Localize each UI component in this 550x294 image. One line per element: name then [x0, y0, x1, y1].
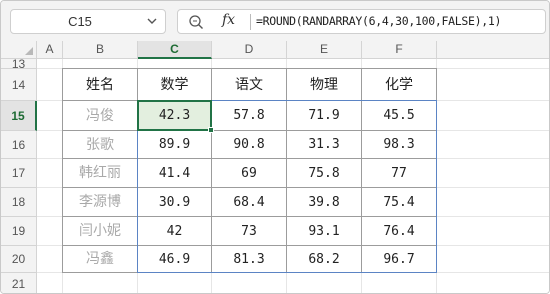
column-header-d[interactable]: D	[212, 41, 287, 59]
table-header-cell[interactable]: 数学	[138, 69, 212, 101]
score-cell[interactable]: 68.2	[287, 246, 362, 273]
score-cell[interactable]: 45.5	[362, 101, 437, 131]
table-header-cell[interactable]: 语文	[212, 69, 287, 101]
active-cell-c15[interactable]: 42.3	[137, 100, 212, 131]
worksheet-grid[interactable]: ABCDEF 131415161718192021 姓名数学语文物理化学冯俊42.3…	[1, 41, 549, 293]
formula-text[interactable]: =ROUND(RANDARRAY(6,4,30,100,FALSE),1)	[256, 14, 501, 28]
score-cell[interactable]: 69	[212, 159, 287, 188]
score-cell[interactable]: 98.3	[362, 131, 437, 159]
spreadsheet-window: C15 fx =ROUND(RANDARRAY(6,4,30,100,FALSE…	[0, 0, 550, 294]
row-header-21[interactable]: 21	[1, 273, 37, 293]
formula-input-area[interactable]: fx =ROUND(RANDARRAY(6,4,30,100,FALSE),1)	[177, 9, 546, 34]
formula-bar: C15 fx =ROUND(RANDARRAY(6,4,30,100,FALSE…	[1, 1, 549, 41]
student-name-cell[interactable]: 张歌	[63, 131, 138, 159]
score-cell[interactable]: 41.4	[138, 159, 212, 188]
score-cell[interactable]: 90.8	[212, 131, 287, 159]
row-header-18[interactable]: 18	[1, 188, 37, 217]
column-header-e[interactable]: E	[287, 41, 362, 59]
table-header-cell[interactable]: 姓名	[63, 69, 138, 101]
magnifier-icon[interactable]	[188, 14, 204, 30]
score-cell[interactable]: 89.9	[138, 131, 212, 159]
column-header-b[interactable]: B	[63, 41, 138, 59]
score-cell[interactable]: 77	[362, 159, 437, 188]
score-cell[interactable]: 46.9	[138, 246, 212, 273]
name-box-value[interactable]: C15	[11, 14, 149, 29]
student-name-cell[interactable]: 冯俊	[63, 101, 138, 131]
row-header-14[interactable]: 14	[1, 69, 37, 101]
fx-icon[interactable]: fx	[222, 12, 235, 28]
score-cell[interactable]: 31.3	[287, 131, 362, 159]
formula-separator	[250, 14, 251, 30]
name-box[interactable]: C15	[10, 9, 166, 34]
row-header-17[interactable]: 17	[1, 159, 37, 188]
score-cell[interactable]: 30.9	[138, 188, 212, 217]
column-header-a[interactable]: A	[37, 41, 63, 59]
row-header-16[interactable]: 16	[1, 131, 37, 159]
fill-handle[interactable]	[208, 127, 214, 133]
chevron-down-icon[interactable]	[145, 12, 159, 30]
row-header-15[interactable]: 15	[1, 101, 37, 131]
score-cell[interactable]: 57.8	[212, 101, 287, 131]
score-cell[interactable]: 42	[138, 217, 212, 246]
score-cell[interactable]: 71.9	[287, 101, 362, 131]
score-cell[interactable]: 73	[212, 217, 287, 246]
row-header-20[interactable]: 20	[1, 246, 37, 273]
score-cell[interactable]: 81.3	[212, 246, 287, 273]
score-cell[interactable]: 75.4	[362, 188, 437, 217]
score-cell[interactable]: 68.4	[212, 188, 287, 217]
column-header-filler	[437, 41, 549, 59]
student-name-cell[interactable]: 韩红丽	[63, 159, 138, 188]
score-cell[interactable]: 76.4	[362, 217, 437, 246]
student-name-cell[interactable]: 冯鑫	[63, 246, 138, 273]
student-name-cell[interactable]: 李源博	[63, 188, 138, 217]
table-left-border	[62, 68, 63, 273]
student-name-cell[interactable]: 闫小妮	[63, 217, 138, 246]
score-cell[interactable]: 39.8	[287, 188, 362, 217]
score-cell[interactable]: 75.8	[287, 159, 362, 188]
column-header-c[interactable]: C	[138, 41, 212, 59]
score-cell[interactable]: 93.1	[287, 217, 362, 246]
select-all-triangle-icon[interactable]	[25, 47, 33, 55]
column-header-f[interactable]: F	[362, 41, 437, 59]
table-header-cell[interactable]: 物理	[287, 69, 362, 101]
table-header-cell[interactable]: 化学	[362, 69, 437, 101]
row-header-13[interactable]: 13	[1, 58, 37, 70]
score-cell[interactable]: 96.7	[362, 246, 437, 273]
table-top-border	[62, 68, 437, 69]
row-header-19[interactable]: 19	[1, 217, 37, 246]
